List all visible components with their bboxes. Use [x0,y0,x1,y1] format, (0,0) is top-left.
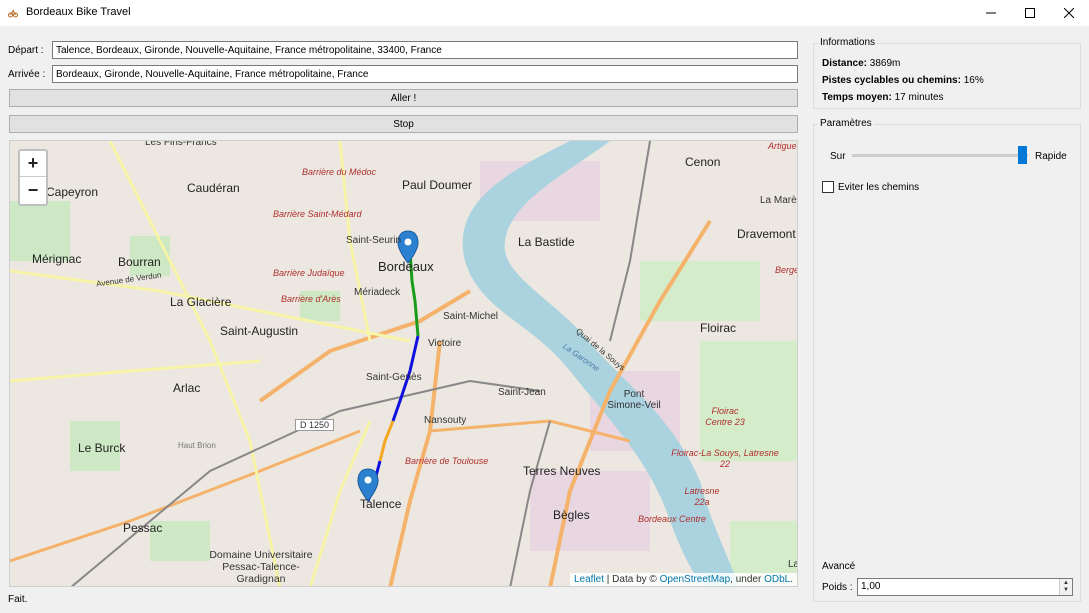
map-stop-label: Berge [775,265,798,275]
map-place-label: Bourran [118,255,161,269]
stop-button[interactable]: Stop [9,115,798,133]
pistes-line: Pistes cyclables ou chemins: 16% [822,75,984,86]
map-place-label: La Bastide [518,235,575,249]
map-place-label: Mériadeck [354,287,401,298]
map-place-label: Nansouty [424,415,467,426]
distance-label: Distance: [822,58,868,69]
slider-min-label: Sur [830,151,846,162]
slider-max-label: Rapide [1035,151,1067,162]
map-place-label: Les Fins-Francs [145,140,217,148]
maximize-button[interactable] [1011,0,1049,26]
osm-link[interactable]: OpenStreetMap [660,574,731,585]
parametres-title: Paramètres [818,118,874,129]
map-stop-label: Floirac-La Souys, Latresne 22 [671,448,779,469]
close-icon [1064,8,1074,18]
map-place-label: Saint-Augustin [220,324,299,338]
arrivee-input[interactable]: Bordeaux, Gironde, Nouvelle-Aquitaine, F… [52,65,798,83]
attribution-text: , under [730,574,765,585]
map-place-label: Saint-Seurin [346,235,402,246]
map-place-label: Mérignac [32,252,82,266]
minimize-icon [986,12,996,14]
map-place-label: Talence [360,497,402,511]
depart-input[interactable]: Talence, Bordeaux, Gironde, Nouvelle-Aqu… [52,41,798,59]
map-place-label: Paul Doumer [402,178,473,192]
map-place-label: Pessac [123,521,163,535]
map-place-label: Domaine Universitaire Pessac-Talence-Gra… [209,549,313,585]
attribution-text: | Data by © [604,574,660,585]
map-place-label: Dravemont [737,227,796,241]
arrivee-label: Arrivée : [8,69,46,80]
title-bar: Bordeaux Bike Travel [0,0,1089,26]
map-place-label: Saint-Genès [366,372,422,383]
map-stop-label: Bordeaux Centre [638,514,707,524]
weight-value: 1,00 [861,581,881,592]
speed-slider-handle[interactable] [1018,146,1027,164]
map-place-label: Le Burck [78,441,126,455]
map-stop-label: Floirac Centre 23 [705,406,745,427]
map-stop-label: Barrière du Médoc [302,167,377,177]
pistes-value: 16% [960,75,984,86]
map-place-label: Victoire [428,338,462,349]
map-place-label: Bègles [553,508,590,522]
bike-app-icon [8,9,18,18]
map-stop-label: Barrière Judaïque [273,268,345,278]
map-stop-label: Latresne 22a [684,486,720,507]
odbl-link[interactable]: ODbL [764,574,790,585]
speed-slider-track[interactable] [852,154,1028,157]
map-place-label: Caudéran [187,181,240,195]
map-stop-label: Barrière de Toulouse [405,456,489,466]
weight-label: Poids : [822,582,853,593]
map-stop-label: Artigue [768,141,797,151]
map-place-label: La Glacière [170,295,232,309]
temps-line: Temps moyen: 17 minutes [822,92,944,103]
leaflet-link[interactable]: Leaflet [574,574,604,585]
temps-value: 17 minutes [891,92,944,103]
spin-down-icon[interactable]: ▼ [1063,587,1069,594]
avoid-paths-checkbox[interactable] [822,181,834,193]
attribution-text: . [790,574,793,585]
map-stop-label: Barrière d'Arès [281,294,341,304]
minimize-button[interactable] [972,0,1010,26]
advanced-title: Avancé [822,561,856,572]
map-place-label: Pont Simone-Veil [607,389,661,411]
map-place-label: Cenon [685,155,721,169]
map-place-label: Arlac [173,381,201,395]
window-title: Bordeaux Bike Travel [26,6,131,18]
maximize-icon [1025,8,1035,18]
map-place-label: Terres Neuves [523,464,601,478]
distance-line: Distance: 3869m [822,58,900,69]
weight-spinbox[interactable]: 1,00 ▲ ▼ [857,578,1073,596]
map-stop-label: Barrière Saint-Médard [273,209,362,219]
map-place-label: Floirac [700,321,737,335]
go-button[interactable]: Aller ! [9,89,798,107]
zoom-out-button[interactable]: − [20,177,46,203]
map-street-label: Haut Brion [178,441,216,450]
map-place-label: Bordeaux [378,259,434,274]
map-place-label: Saint-Jean [498,387,546,398]
informations-title: Informations [818,37,878,48]
road-shield: D 1250 [295,419,335,431]
pistes-label: Pistes cyclables ou chemins: [822,75,961,86]
close-button[interactable] [1050,0,1088,26]
map-place-label: La Marè [760,195,797,206]
zoom-in-button[interactable]: + [20,151,46,177]
map-view[interactable]: Les Fins-Francs Paul Doumer Cenon Caudér… [9,140,798,587]
map-place-label: La [788,559,797,570]
map-place-label: Saint-Michel [443,311,499,322]
zoom-control: + − [18,149,48,206]
distance-value: 3869m [867,58,901,69]
status-text: Fait. [8,594,28,605]
spin-up-icon[interactable]: ▲ [1063,580,1069,587]
spin-arrows[interactable]: ▲ ▼ [1059,579,1072,595]
temps-label: Temps moyen: [822,92,892,103]
avoid-paths-label: Eviter les chemins [838,182,920,193]
depart-label: Départ : [8,45,44,56]
map-attribution: Leaflet | Data by © OpenStreetMap, under… [569,573,797,586]
map-place-label: Capeyron [46,185,99,199]
parametres-group [813,124,1081,602]
